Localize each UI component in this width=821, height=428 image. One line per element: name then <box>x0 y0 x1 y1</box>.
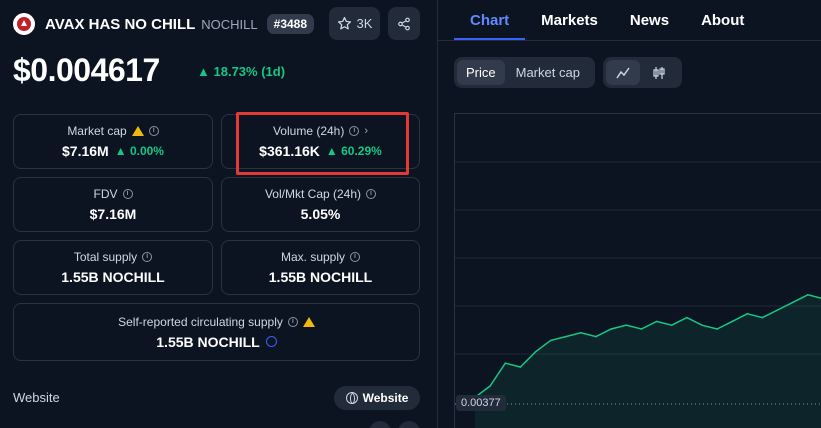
tab-markets[interactable]: Markets <box>525 0 614 40</box>
vol-mkt-cap-card: Vol/Mkt Cap (24h) i 5.05% <box>221 177 420 232</box>
warning-icon <box>302 316 315 327</box>
share-button[interactable] <box>388 7 420 40</box>
price-point <box>580 332 582 334</box>
price-chart[interactable] <box>454 113 821 428</box>
coin-name: AVAX HAS NO CHILL <box>45 15 196 33</box>
price-chart-svg <box>455 161 821 428</box>
price-point <box>489 385 491 387</box>
total-supply-label: Total supply <box>73 250 138 264</box>
price-point <box>670 324 673 326</box>
fdv-value: $7.16M <box>89 206 137 222</box>
circulating-supply-value: 1.55B NOCHILL <box>156 333 260 350</box>
rank-badge: #3488 <box>266 14 315 34</box>
website-section-label: Website <box>13 390 60 405</box>
tab-divider <box>438 40 821 41</box>
chart-metric-toggle: Price Market cap <box>454 57 595 88</box>
bottom-icon-button[interactable] <box>398 421 420 428</box>
tab-chart[interactable]: Chart <box>454 0 526 40</box>
market-cap-change: 0.00% <box>129 144 164 158</box>
price-point <box>686 316 688 319</box>
price-point <box>549 339 552 342</box>
candlestick-icon <box>653 66 665 79</box>
price-point <box>625 324 628 326</box>
star-icon <box>337 16 351 30</box>
price-point <box>519 366 522 368</box>
globe-icon <box>345 392 358 404</box>
price-point <box>565 335 567 338</box>
up-arrow-icon: ▲ <box>197 64 210 79</box>
fdv-label: FDV <box>93 187 118 201</box>
total-supply-card: Total supply i 1.55B NOCHILL <box>13 240 213 295</box>
info-icon[interactable]: i <box>287 316 298 327</box>
y-axis-tick-label: 0.00377 <box>456 395 506 411</box>
watchlist-count: 3K <box>356 16 373 31</box>
price-point <box>746 313 749 315</box>
price-point <box>595 335 597 338</box>
total-supply-value: 1.55B NOCHILL <box>61 269 165 285</box>
price-point <box>504 362 507 364</box>
line-chart-icon <box>616 67 630 78</box>
coin-overview-panel: AVAX HAS NO CHILL NOCHILL #3488 3K $0.00… <box>0 0 436 428</box>
bottom-icon-button[interactable] <box>369 421 391 428</box>
info-icon[interactable]: i <box>148 126 159 136</box>
max-supply-card: Max. supply i 1.55B NOCHILL <box>221 240 420 295</box>
price-point <box>791 301 794 304</box>
price-toggle[interactable]: Price <box>457 60 505 85</box>
tab-news[interactable]: News <box>614 0 685 40</box>
coin-logo <box>13 13 35 35</box>
price-point <box>807 294 809 296</box>
tab-about[interactable]: About <box>685 0 760 40</box>
watchlist-button[interactable]: 3K <box>329 7 380 40</box>
share-icon <box>398 17 410 30</box>
line-chart-button[interactable] <box>606 60 640 85</box>
price-point <box>610 328 612 330</box>
info-icon[interactable]: i <box>122 189 133 199</box>
tab-bar: Chart Markets News About <box>454 0 760 40</box>
coin-header: AVAX HAS NO CHILL NOCHILL #3488 <box>13 8 315 40</box>
current-price: $0.004617 <box>13 52 160 88</box>
website-button-label: Website <box>362 391 409 405</box>
website-button[interactable]: Website <box>334 386 420 410</box>
market-cap-value: $7.16M <box>62 143 109 159</box>
price-point <box>534 351 537 353</box>
info-icon[interactable]: i <box>350 252 361 262</box>
info-icon[interactable]: i <box>366 189 377 199</box>
market-cap-card: Market cap i $7.16M ▲ 0.00% <box>13 114 213 169</box>
price-point <box>776 309 779 311</box>
price-point <box>731 320 733 323</box>
max-supply-label: Max. supply <box>280 250 346 264</box>
warning-icon <box>131 126 144 136</box>
chart-style-toggle <box>603 57 682 88</box>
progress-ring-icon <box>265 336 277 347</box>
max-supply-value: 1.55B NOCHILL <box>268 269 373 285</box>
price-change: ▲ 18.73% (1d) <box>197 64 285 79</box>
vol-mkt-cap-value: 5.05% <box>300 206 341 222</box>
chart-panel: Chart Markets News About Price Market ca… <box>437 0 821 428</box>
price-point <box>655 320 658 323</box>
market-cap-toggle[interactable]: Market cap <box>507 60 589 85</box>
up-arrow-icon: ▲ <box>114 144 130 158</box>
price-point <box>761 316 764 319</box>
info-icon[interactable]: i <box>142 252 153 262</box>
vol-mkt-cap-label: Vol/Mkt Cap (24h) <box>264 187 362 201</box>
price-point <box>716 328 718 330</box>
fdv-card: FDV i $7.16M <box>13 177 213 232</box>
circulating-supply-card: Self-reported circulating supply i 1.55B … <box>13 303 420 361</box>
price-point <box>701 324 703 326</box>
price-change-value: 18.73% (1d) <box>213 64 286 79</box>
price-point <box>640 328 643 330</box>
coin-symbol: NOCHILL <box>201 16 258 32</box>
volume-highlight-box <box>236 112 409 175</box>
candlestick-button[interactable] <box>642 60 676 85</box>
market-cap-label: Market cap <box>67 124 127 138</box>
circulating-supply-label: Self-reported circulating supply <box>118 314 283 329</box>
